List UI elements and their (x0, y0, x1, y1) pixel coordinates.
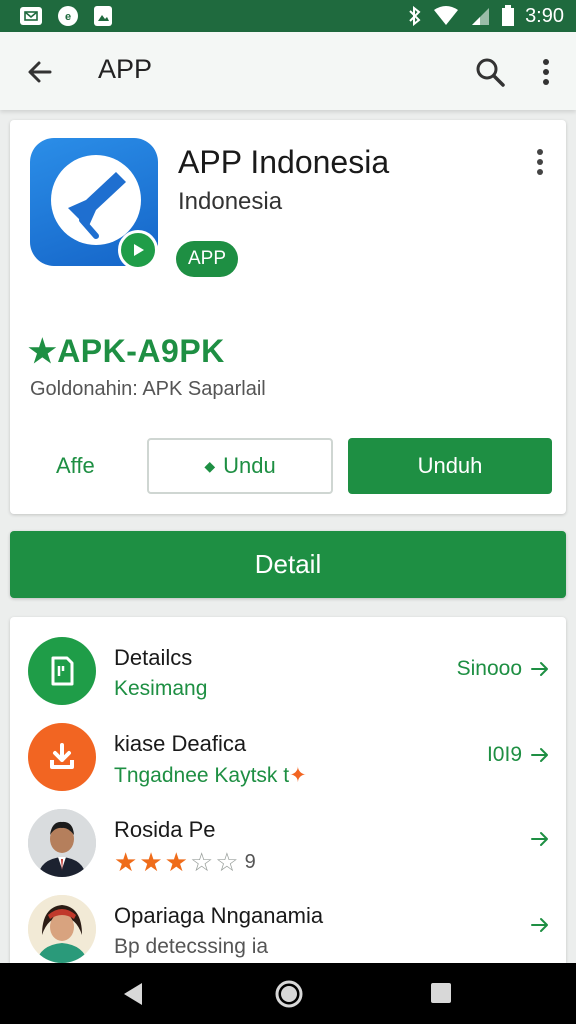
list-item[interactable]: Opariaga Nnganamia Bp detecssing ia (10, 881, 566, 963)
status-icons-right: 3:90 (407, 5, 564, 28)
circle-e-icon: e (58, 6, 78, 26)
play-badge-icon (118, 230, 158, 270)
app-bar-title: APP (98, 54, 153, 84)
unduh-button[interactable]: Unduh (348, 438, 552, 494)
sparkle-icon: ✦ (289, 764, 307, 787)
app-bar: APP (0, 32, 576, 110)
arrow-right-icon (531, 662, 548, 676)
list-item-right-text: Sinooo (456, 657, 522, 680)
diamond-icon: ◆ (204, 457, 216, 474)
affe-link[interactable]: Affe (56, 453, 95, 479)
arrow-right-icon (531, 748, 548, 762)
arrow-right-icon (531, 918, 548, 932)
star-icon: ★ (114, 847, 138, 877)
apk-heading: ★APK-A9PK (28, 333, 225, 369)
list-item-value: I0I9 (487, 743, 550, 767)
app-info-card: APP Indonesia Indonesia APP ★APK-A9PK Go… (10, 120, 566, 514)
list-item-right-text: I0I9 (486, 743, 522, 766)
detail-button[interactable]: Detail (10, 531, 566, 598)
status-time: 3:90 (525, 4, 564, 27)
sd-card-icon (28, 637, 96, 705)
list-item[interactable]: Detailcs Kesimang Sinooo (10, 623, 566, 709)
list-item-value: Sinooo (457, 657, 550, 681)
app-name: APP Indonesia (178, 144, 390, 180)
more-vertical-icon[interactable] (532, 54, 560, 90)
nav-home-icon[interactable] (274, 979, 304, 1009)
avatar-man (28, 809, 96, 877)
star-rating: ★ ★ ★ ☆ ☆ 9 (114, 849, 256, 875)
mail-icon (20, 7, 42, 25)
list-item[interactable]: kiase Deafica Tngadnee Kaytsk t✦ I0I9 (10, 709, 566, 795)
details-list: Detailcs Kesimang Sinooo kiase Deafica T… (10, 617, 566, 963)
list-item-subtitle: Kesimang (114, 677, 208, 700)
detail-button-label: Detail (254, 549, 322, 579)
list-item-subtitle-text: Tngadnee Kaytsk t (114, 764, 290, 787)
status-bar: e 3:90 (0, 0, 576, 32)
wifi-icon (434, 6, 459, 25)
list-item-value (530, 915, 550, 935)
avatar-woman (28, 895, 96, 963)
list-item-subtitle: Tngadnee Kaytsk t✦ (114, 763, 307, 788)
rating-count: 9 (244, 850, 256, 873)
list-item-title: Detailcs (114, 645, 193, 670)
list-item-subtitle: Bp detecssing ia (114, 935, 269, 958)
system-nav-bar (0, 963, 576, 1024)
star-icon: ★ (164, 847, 188, 877)
star-outline-icon: ☆ (215, 847, 239, 877)
app-category-chip[interactable]: APP (176, 241, 239, 277)
battery-icon (502, 5, 515, 26)
star-icon: ★ (139, 847, 163, 877)
app-developer: Indonesia (178, 188, 283, 215)
svg-text:e: e (65, 11, 71, 23)
list-item-title: Rosida Pe (114, 817, 216, 842)
list-item-value (530, 829, 550, 849)
status-icons-left: e (20, 6, 112, 26)
source-text: Goldonahin: APK Saparlail (30, 378, 266, 400)
bluetooth-icon (409, 6, 421, 26)
list-item-title: Opariaga Nnganamia (114, 903, 324, 928)
nav-back-icon[interactable] (120, 981, 146, 1007)
back-arrow-icon[interactable] (22, 54, 58, 90)
undu-button-label: Undu (223, 453, 276, 478)
search-icon[interactable] (472, 54, 508, 90)
card-more-icon[interactable] (530, 146, 550, 178)
list-item-title: kiase Deafica (114, 731, 247, 756)
star-outline-icon: ☆ (189, 847, 214, 877)
unduh-button-label: Unduh (417, 453, 483, 478)
image-icon (94, 6, 112, 26)
nav-recent-icon[interactable] (430, 982, 452, 1004)
signal-icon (472, 8, 490, 25)
undu-outline-button[interactable]: ◆ Undu (147, 438, 333, 494)
arrow-right-icon (531, 832, 548, 846)
download-icon (28, 723, 96, 791)
list-item[interactable]: Rosida Pe ★ ★ ★ ☆ ☆ 9 (10, 795, 566, 881)
